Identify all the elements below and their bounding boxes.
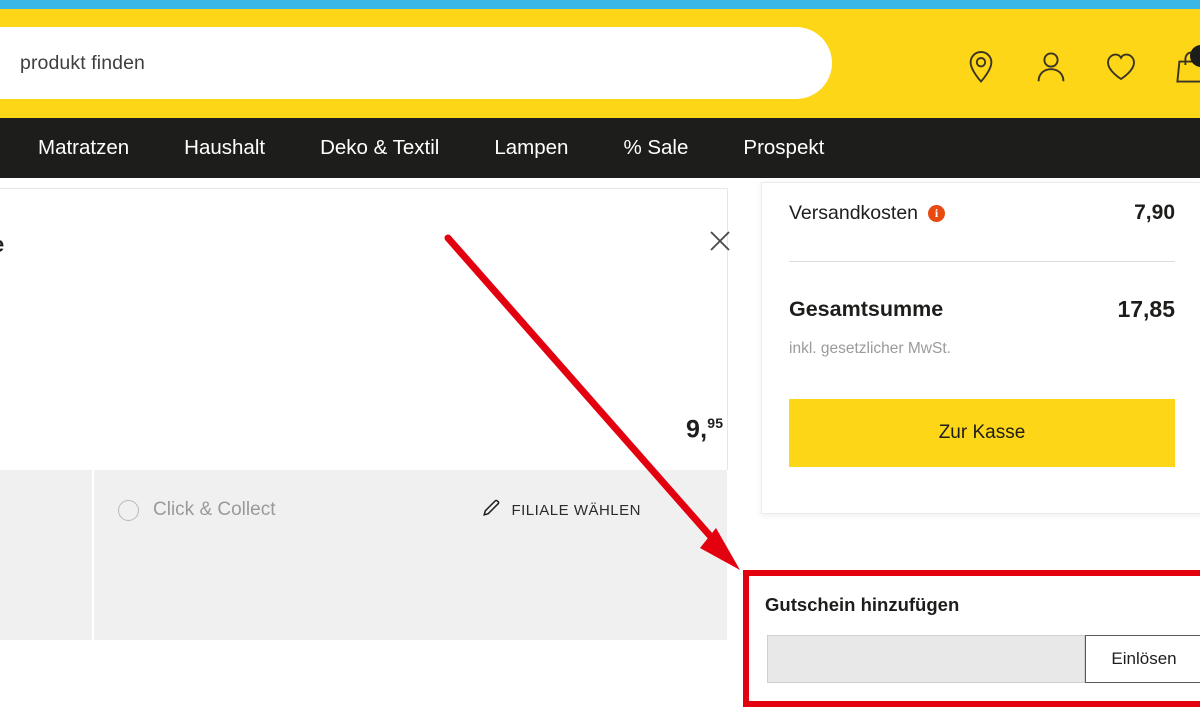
grand-total-row: Gesamtsumme 17,85 bbox=[789, 296, 1175, 323]
site-header: produkt finden bbox=[0, 9, 1200, 118]
search-input-wrapper[interactable]: produkt finden bbox=[0, 27, 832, 99]
coupon-redeem-button[interactable]: Einlösen bbox=[1085, 635, 1200, 683]
user-account-icon[interactable] bbox=[1034, 47, 1068, 87]
coupon-code-input[interactable] bbox=[767, 635, 1085, 683]
nav-item-prospekt[interactable]: Prospekt bbox=[743, 136, 824, 160]
search-input[interactable]: produkt finden bbox=[20, 52, 145, 75]
nav-item-matratzen[interactable]: Matratzen bbox=[38, 136, 129, 160]
select-store-button[interactable]: FILIALE WÄHLEN bbox=[481, 498, 641, 523]
top-accent-strip bbox=[0, 0, 1200, 9]
grand-total-label: Gesamtsumme bbox=[789, 297, 944, 321]
nav-item-deko-textil[interactable]: Deko & Textil bbox=[320, 136, 439, 160]
click-collect-radio[interactable] bbox=[118, 499, 139, 521]
location-pin-icon[interactable] bbox=[964, 47, 998, 87]
pencil-edit-icon bbox=[481, 498, 501, 523]
cart-item-card bbox=[0, 188, 728, 470]
coupon-title: Gutschein hinzufügen bbox=[765, 594, 960, 615]
cart-item-title: e bbox=[0, 232, 4, 258]
delivery-options-panel: Click & Collect FILIALE WÄHLEN bbox=[94, 470, 727, 640]
price-whole: 9, bbox=[686, 415, 708, 444]
header-icon-group bbox=[964, 45, 1200, 87]
summary-divider bbox=[789, 261, 1175, 262]
shopping-bag-icon[interactable] bbox=[1174, 45, 1200, 87]
coupon-highlight-box: Gutschein hinzufügen Einlösen bbox=[743, 570, 1200, 707]
price-cents: 95 bbox=[707, 415, 724, 431]
shipping-cost-label: Versandkosten bbox=[789, 201, 919, 224]
select-store-label: FILIALE WÄHLEN bbox=[511, 502, 641, 519]
delivery-options-left-column bbox=[0, 470, 92, 640]
checkout-button[interactable]: Zur Kasse bbox=[789, 399, 1175, 467]
close-icon[interactable] bbox=[707, 228, 733, 254]
vat-note: inkl. gesetzlicher MwSt. bbox=[789, 340, 951, 357]
nav-item-lampen[interactable]: Lampen bbox=[494, 136, 568, 160]
shipping-cost-row: Versandkosten i 7,90 bbox=[789, 201, 1175, 225]
nav-item-haushalt[interactable]: Haushalt bbox=[184, 136, 265, 160]
grand-total-value: 17,85 bbox=[1117, 296, 1175, 322]
page-root: produkt finden Matratzen Haushalt Deko &… bbox=[0, 0, 1200, 713]
cart-item-price: 9,95 bbox=[686, 415, 723, 444]
nav-item-sale[interactable]: % Sale bbox=[623, 136, 688, 160]
click-collect-label: Click & Collect bbox=[153, 499, 276, 520]
info-icon[interactable]: i bbox=[928, 204, 946, 222]
click-and-collect-row[interactable]: Click & Collect FILIALE WÄHLEN bbox=[94, 470, 727, 550]
main-navigation: Matratzen Haushalt Deko & Textil Lampen … bbox=[0, 118, 1200, 178]
heart-wishlist-icon[interactable] bbox=[1104, 47, 1138, 87]
order-summary-card: Versandkosten i 7,90 Gesamtsumme 17,85 i… bbox=[761, 182, 1200, 514]
shipping-cost-value: 7,90 bbox=[1134, 201, 1175, 224]
